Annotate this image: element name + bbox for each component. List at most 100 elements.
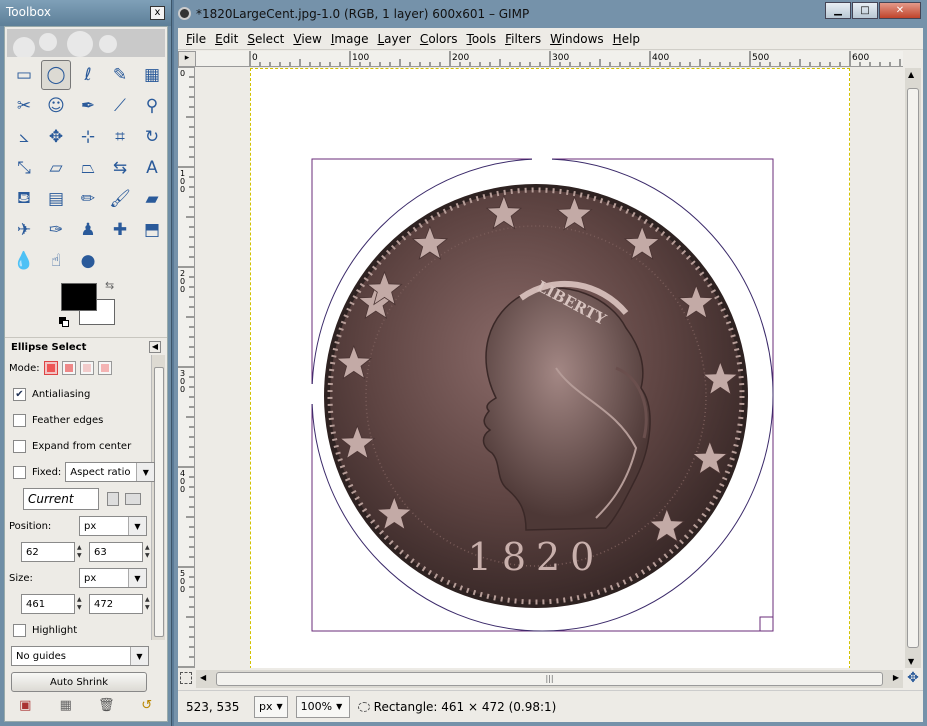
landscape-icon[interactable] xyxy=(125,493,141,505)
reset-options-icon[interactable]: ↺ xyxy=(139,697,155,713)
antialiasing-checkbox[interactable]: ✔ xyxy=(13,387,26,401)
foreground-color[interactable] xyxy=(61,283,97,311)
size-width-field[interactable]: 461 xyxy=(21,594,75,614)
menu-select[interactable]: Select xyxy=(243,32,288,46)
mode-intersect-button[interactable] xyxy=(97,361,112,375)
ink-icon[interactable]: ✑ xyxy=(41,215,71,245)
toolbox-titlebar[interactable]: Toolbox x xyxy=(0,0,171,26)
tool-options-scrollbar[interactable] xyxy=(151,355,165,640)
save-options-icon[interactable]: ▣ xyxy=(17,697,33,713)
menu-edit[interactable]: Edit xyxy=(211,32,242,46)
navigate-icon[interactable]: ✥ xyxy=(905,670,921,688)
perspective-clone-icon[interactable]: ⬒ xyxy=(137,215,167,245)
airbrush-icon[interactable]: ✈ xyxy=(9,215,39,245)
fixed-checkbox[interactable] xyxy=(13,465,26,479)
scale-icon[interactable]: ⤡ xyxy=(9,153,39,183)
smudge-icon[interactable]: ☝ xyxy=(41,246,71,276)
image-canvas[interactable]: LIBERTY 1820 xyxy=(196,68,903,668)
delete-options-icon[interactable]: 🗑 xyxy=(98,697,115,713)
size-height-field[interactable]: 472 xyxy=(89,594,143,614)
ruler-corner[interactable]: ▸ xyxy=(178,51,196,67)
guides-combo[interactable]: No guides ▼ xyxy=(11,646,149,666)
eraser-icon[interactable]: ▰ xyxy=(137,184,167,214)
paintbrush-icon[interactable]: 🖌 xyxy=(105,184,135,214)
horizontal-ruler[interactable]: 0 100 200 300 400 500 600 xyxy=(196,51,903,67)
vertical-ruler[interactable]: 0 100 200 300 400 500 xyxy=(178,67,195,668)
measure-icon[interactable]: ⦣ xyxy=(9,122,39,152)
scroll-right-icon[interactable]: ▶ xyxy=(893,673,899,682)
clone-icon[interactable]: ♟ xyxy=(73,215,103,245)
free-select-icon[interactable]: ℓ xyxy=(73,60,103,90)
fixed-mode-combo[interactable]: Aspect ratio ▼ xyxy=(65,462,156,482)
current-ratio-entry[interactable]: Current xyxy=(23,488,99,510)
spin-arrows-icon[interactable]: ▲ ▼ xyxy=(77,596,85,612)
menu-layer[interactable]: Layer xyxy=(373,32,414,46)
mode-add-button[interactable] xyxy=(61,361,76,375)
tool-options-menu-icon[interactable]: ◀ xyxy=(149,341,161,353)
rect-select-icon[interactable]: ▭ xyxy=(9,60,39,90)
image-window-titlebar[interactable]: *1820LargeCent.jpg-1.0 (RGB, 1 layer) 60… xyxy=(174,0,927,28)
scroll-up-icon[interactable]: ▲ xyxy=(908,70,914,79)
feather-edges-checkbox[interactable] xyxy=(13,413,26,427)
vertical-scrollbar[interactable]: ▲ ▼ xyxy=(905,68,921,668)
color-picker-icon[interactable]: ⟋ xyxy=(105,91,135,121)
bucket-fill-icon[interactable]: ⛾ xyxy=(9,184,39,214)
unit-combo[interactable]: px ▼ xyxy=(254,695,288,718)
menu-windows[interactable]: Windows xyxy=(546,32,608,46)
portrait-icon[interactable] xyxy=(107,492,119,506)
wilber-drop-area[interactable] xyxy=(7,29,165,57)
menu-filters[interactable]: Filters xyxy=(501,32,545,46)
menu-help[interactable]: Help xyxy=(609,32,644,46)
horizontal-scrollbar[interactable]: ◀ ||| ▶ xyxy=(196,670,903,688)
move-icon[interactable]: ✥ xyxy=(41,122,71,152)
expand-from-center-checkbox[interactable] xyxy=(13,439,26,453)
size-unit-combo[interactable]: px ▼ xyxy=(79,568,147,588)
menu-file[interactable]: File xyxy=(182,32,210,46)
paths-icon[interactable]: ✒ xyxy=(73,91,103,121)
menu-colors[interactable]: Colors xyxy=(416,32,462,46)
mode-replace-button[interactable] xyxy=(43,361,58,375)
align-icon[interactable]: ⊹ xyxy=(73,122,103,152)
position-x-field[interactable]: 62 xyxy=(21,542,75,562)
swap-colors-icon[interactable]: ⇆ xyxy=(105,279,114,292)
restore-options-icon[interactable]: ▦ xyxy=(58,697,74,713)
zoom-combo[interactable]: 100% ▼ xyxy=(295,695,350,718)
close-button[interactable]: ✕ xyxy=(879,2,921,19)
maximize-button[interactable]: □ xyxy=(852,2,878,19)
blur-sharpen-icon[interactable]: 💧 xyxy=(9,246,39,276)
rotate-icon[interactable]: ↻ xyxy=(137,122,167,152)
select-by-color-icon[interactable]: ▦ xyxy=(137,60,167,90)
spin-arrows-icon[interactable]: ▲ ▼ xyxy=(77,544,85,560)
pencil-icon[interactable]: ✏ xyxy=(73,184,103,214)
blend-icon[interactable]: ▤ xyxy=(41,184,71,214)
flip-icon[interactable]: ⇆ xyxy=(105,153,135,183)
auto-shrink-button[interactable]: Auto Shrink xyxy=(11,672,147,692)
heal-icon[interactable]: ✚ xyxy=(105,215,135,245)
position-unit-combo[interactable]: px ▼ xyxy=(79,516,147,536)
coin-year: 1820 xyxy=(468,535,605,579)
fuzzy-select-icon[interactable]: ✎ xyxy=(105,60,135,90)
menu-tools[interactable]: Tools xyxy=(463,32,501,46)
highlight-checkbox[interactable] xyxy=(13,623,26,637)
scroll-down-icon[interactable]: ▼ xyxy=(908,657,914,666)
menu-view[interactable]: View xyxy=(289,32,325,46)
dodge-burn-icon[interactable]: ● xyxy=(73,246,103,276)
position-y-field[interactable]: 63 xyxy=(89,542,143,562)
mode-subtract-button[interactable] xyxy=(79,361,94,375)
minimize-button[interactable]: ▁ xyxy=(825,2,851,19)
shear-icon[interactable]: ▱ xyxy=(41,153,71,183)
chevron-down-icon: ▼ xyxy=(128,569,146,587)
gimp-app-icon[interactable] xyxy=(178,7,191,20)
text-icon[interactable]: A xyxy=(137,153,167,183)
menu-image[interactable]: Image xyxy=(327,32,373,46)
perspective-icon[interactable]: ⏢ xyxy=(73,153,103,183)
scissors-select-icon[interactable]: ✂ xyxy=(9,91,39,121)
zoom-icon[interactable]: ⚲ xyxy=(137,91,167,121)
crop-icon[interactable]: ⌗ xyxy=(105,122,135,152)
scroll-left-icon[interactable]: ◀ xyxy=(200,673,206,682)
toolbox-close-button[interactable]: x xyxy=(150,6,165,20)
default-colors-icon[interactable] xyxy=(59,317,69,327)
quick-mask-toggle-icon[interactable] xyxy=(180,672,192,684)
foreground-select-icon[interactable]: ☺ xyxy=(41,91,71,121)
ellipse-select-icon[interactable]: ◯ xyxy=(41,60,71,90)
